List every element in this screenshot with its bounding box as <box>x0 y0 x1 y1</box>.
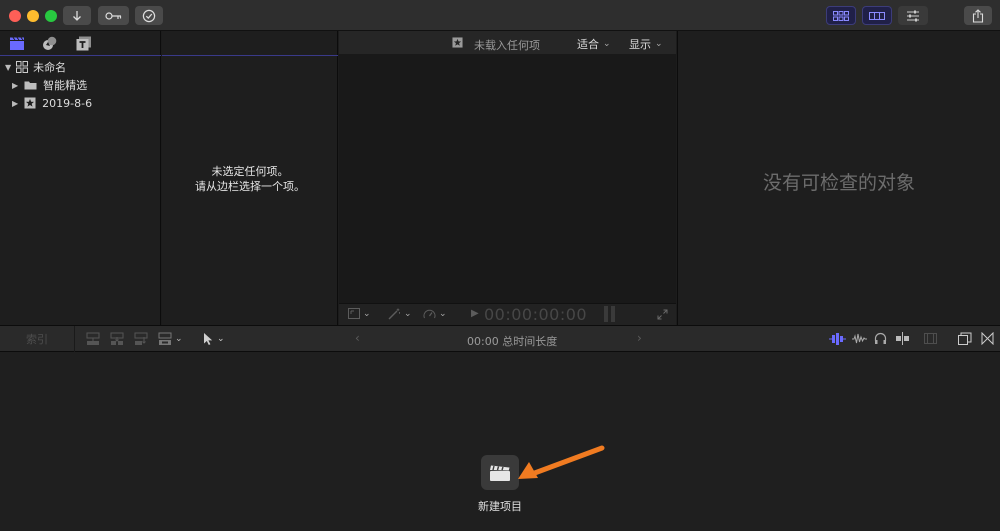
share-button[interactable] <box>964 6 992 25</box>
insert-clip-icon[interactable] <box>110 332 124 346</box>
titles-generators-tab[interactable] <box>76 36 92 51</box>
index-button[interactable]: 索引 <box>0 326 75 352</box>
timeline-area: 新建项目 <box>0 352 1000 531</box>
library-name: 未命名 <box>33 61 67 74</box>
minimize-window-button[interactable] <box>27 10 39 22</box>
headphones-solo-icon[interactable] <box>874 332 887 345</box>
inspector-sliders-icon <box>907 10 919 21</box>
title-bar <box>0 0 1000 31</box>
overwrite-menu[interactable]: ⌄ <box>158 332 183 346</box>
next-timeline-history-button[interactable]: › <box>637 331 642 345</box>
close-window-button[interactable] <box>9 10 21 22</box>
sidebar-item-smart-collections[interactable]: ▶ 智能精选 <box>12 77 157 93</box>
browser-empty-line1: 未选定任何项。 <box>211 165 289 178</box>
inspector-pane: 没有可检查的对象 <box>677 31 1000 325</box>
chevron-down-icon: ⌄ <box>363 308 371 319</box>
photos-audio-icon <box>43 36 57 50</box>
pointer-arrow-icon <box>204 333 213 345</box>
import-button[interactable] <box>63 6 91 25</box>
browser-pane: 未选定任何项。 请从边栏选择一个项。 <box>162 31 338 325</box>
clapperboard-icon <box>490 465 510 481</box>
transitions-browser-icon[interactable] <box>981 332 994 345</box>
effects-browser-icon[interactable] <box>958 332 972 345</box>
share-icon <box>972 8 984 23</box>
chevron-down-icon: ⌄ <box>404 309 412 319</box>
timeline-duration: 00:00 总时间长度 <box>467 335 558 348</box>
transform-menu[interactable]: ⌄ <box>348 308 371 319</box>
timeline-toolbar: 索引 ⌄ ⌄ ‹ 00:00 总时间长度 › <box>0 325 1000 352</box>
chevron-down-icon: ⌄ <box>603 39 611 49</box>
zoom-window-button[interactable] <box>45 10 57 22</box>
timecode-display[interactable]: 00:00:00:00 <box>484 305 587 324</box>
import-arrow-icon <box>73 10 81 21</box>
new-project-button[interactable] <box>481 455 519 490</box>
audio-meter-left <box>604 306 608 322</box>
audio-skimming-icon[interactable] <box>829 333 846 345</box>
checkmark-circle-icon <box>142 9 156 22</box>
tool-select-menu[interactable]: ⌄ <box>203 332 225 346</box>
library-layout-icon <box>833 10 849 21</box>
previous-timeline-history-button[interactable]: ‹ <box>355 331 360 345</box>
disclosure-right-icon[interactable]: ▶ <box>12 99 18 108</box>
event-star-icon <box>452 37 463 48</box>
show-timeline-toggle[interactable] <box>862 6 892 25</box>
timeline-layout-icon <box>869 11 885 20</box>
append-clip-icon[interactable] <box>134 332 148 346</box>
view-display-menu[interactable]: 显示 ⌄ <box>629 36 663 52</box>
overwrite-clip-icon <box>158 332 172 345</box>
libraries-tab[interactable] <box>9 36 25 51</box>
viewer-canvas[interactable] <box>339 54 676 303</box>
fullscreen-icon[interactable] <box>657 309 668 320</box>
retime-menu[interactable]: ⌄ <box>423 308 447 320</box>
viewer-header: 未载入任何项 适合 ⌄ 显示 ⌄ <box>339 31 676 54</box>
background-tasks-button[interactable] <box>135 6 163 25</box>
disclosure-right-icon[interactable]: ▶ <box>12 81 18 90</box>
folder-icon <box>24 81 37 90</box>
library-icon <box>16 61 29 73</box>
library-row[interactable]: ▼ 未命名 <box>5 59 155 75</box>
chevron-down-icon: ⌄ <box>217 334 225 344</box>
keyword-key-icon <box>104 11 121 20</box>
chevron-down-icon: ⌄ <box>175 334 183 344</box>
show-browser-toggle[interactable] <box>826 6 856 25</box>
sidebar-item-event[interactable]: ▶ 2019-8-6 <box>12 95 157 111</box>
waveform-icon[interactable] <box>852 332 867 345</box>
sidebar-item-label: 智能精选 <box>43 79 88 92</box>
titles-generators-icon <box>76 36 91 51</box>
clip-appearance-icon[interactable] <box>924 332 937 345</box>
zoom-fit-menu[interactable]: 适合 ⌄ <box>577 36 611 52</box>
inspector-empty-text: 没有可检查的对象 <box>762 172 915 194</box>
chevron-down-icon: ⌄ <box>655 39 663 49</box>
new-project-label: 新建项目 <box>478 500 522 513</box>
display-label: 显示 <box>629 38 651 51</box>
event-star-icon <box>24 97 36 109</box>
transform-icon <box>348 308 360 319</box>
index-label: 索引 <box>26 333 48 346</box>
speedometer-icon <box>423 309 436 319</box>
play-icon[interactable]: ▶ <box>471 308 479 319</box>
magic-wand-icon <box>388 308 400 320</box>
disclosure-down-icon[interactable]: ▼ <box>5 63 11 72</box>
orange-pointer-arrow-icon <box>518 445 605 479</box>
audio-meter-right <box>611 306 615 322</box>
viewer-controls: ⌄ ⌄ ⌄ ▶ 00:00:00:00 <box>339 303 676 325</box>
browser-empty-line2: 请从边栏选择一个项。 <box>195 180 305 193</box>
chevron-down-icon: ⌄ <box>439 309 447 319</box>
photos-audio-tab[interactable] <box>42 36 58 51</box>
show-inspector-toggle[interactable] <box>898 6 928 25</box>
sidebar-item-label: 2019-8-6 <box>42 96 93 110</box>
enhancements-menu[interactable]: ⌄ <box>388 308 412 320</box>
viewer-title: 未载入任何项 <box>474 39 540 52</box>
libraries-clapper-icon <box>10 37 24 50</box>
connect-clip-icon[interactable] <box>86 332 100 346</box>
fit-label: 适合 <box>577 38 599 51</box>
libraries-sidebar: ▼ 未命名 ▶ 智能精选 ▶ 2019-8-6 <box>0 31 161 325</box>
keyword-editor-button[interactable] <box>98 6 129 25</box>
snapping-icon[interactable] <box>895 332 910 345</box>
